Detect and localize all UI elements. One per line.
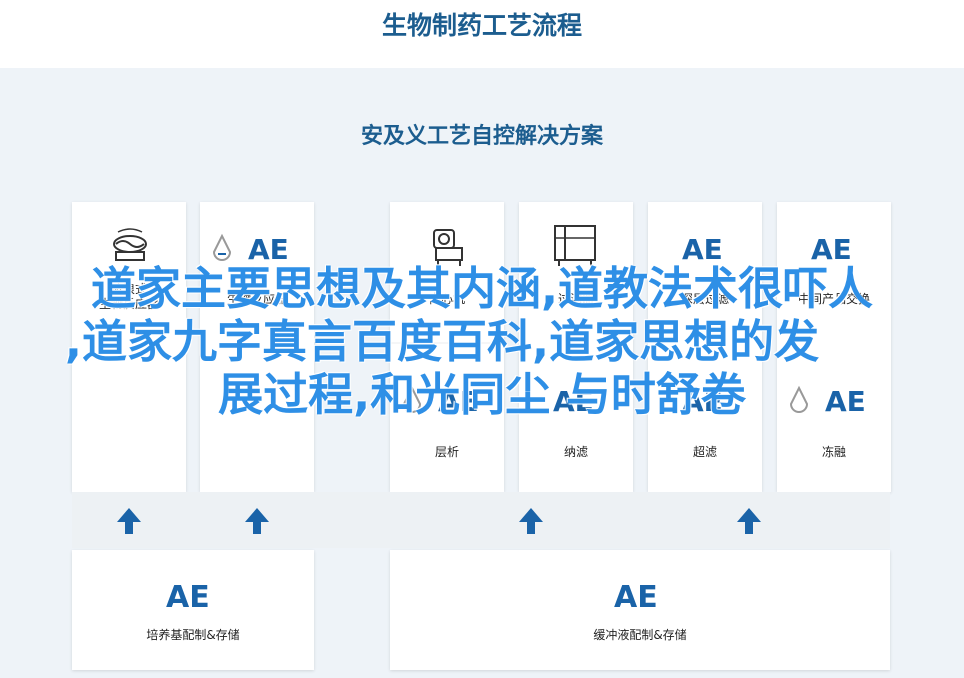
ae-logo-icon: AE — [614, 580, 658, 612]
svg-text:AE: AE — [248, 233, 289, 264]
overlay-line: 展过程,和光同尘 与时舒卷 — [218, 368, 746, 421]
arrow-row — [72, 492, 890, 548]
card-label: 纳滤 — [563, 445, 588, 459]
svg-text:AE: AE — [166, 580, 210, 612]
arrow-up-icon — [117, 508, 141, 534]
svg-text:AE: AE — [682, 233, 723, 264]
card-label: 超滤 — [692, 445, 717, 459]
panel-title: 安及义工艺自控解决方案 — [360, 124, 603, 149]
card-label: 缓冲液配制&存储 — [593, 628, 687, 642]
svg-text:AE: AE — [614, 580, 658, 612]
card-label: 冻融 — [821, 445, 846, 459]
overlay-text: 道家主要思想及其内涵,道教法术很吓人 ,道家九字真言百度百科,道家思想的发 展过… — [0, 262, 964, 421]
page-title: 生物制药工艺流程 — [381, 11, 582, 40]
overlay-line: ,道家九字真言百度百科,道家思想的发 — [64, 315, 820, 368]
card-media-prep[interactable]: AE 培养基配制&存储 — [72, 550, 314, 670]
svg-text:AE: AE — [811, 233, 852, 264]
card-label: 层析 — [434, 445, 459, 459]
ae-logo-icon: AE — [682, 233, 723, 264]
card-label: 培养基配制&存储 — [146, 628, 240, 642]
ae-logo-icon: AE — [166, 580, 210, 612]
arrow-up-icon — [737, 508, 761, 534]
overlay-line: 道家主要思想及其内涵,道教法术很吓人 — [90, 262, 874, 315]
ae-logo-icon: AE — [212, 233, 289, 264]
card-buffer-prep[interactable]: AE 缓冲液配制&存储 — [390, 550, 890, 670]
ae-logo-icon: AE — [811, 233, 852, 264]
arrow-up-icon — [245, 508, 269, 534]
arrow-up-icon — [519, 508, 543, 534]
